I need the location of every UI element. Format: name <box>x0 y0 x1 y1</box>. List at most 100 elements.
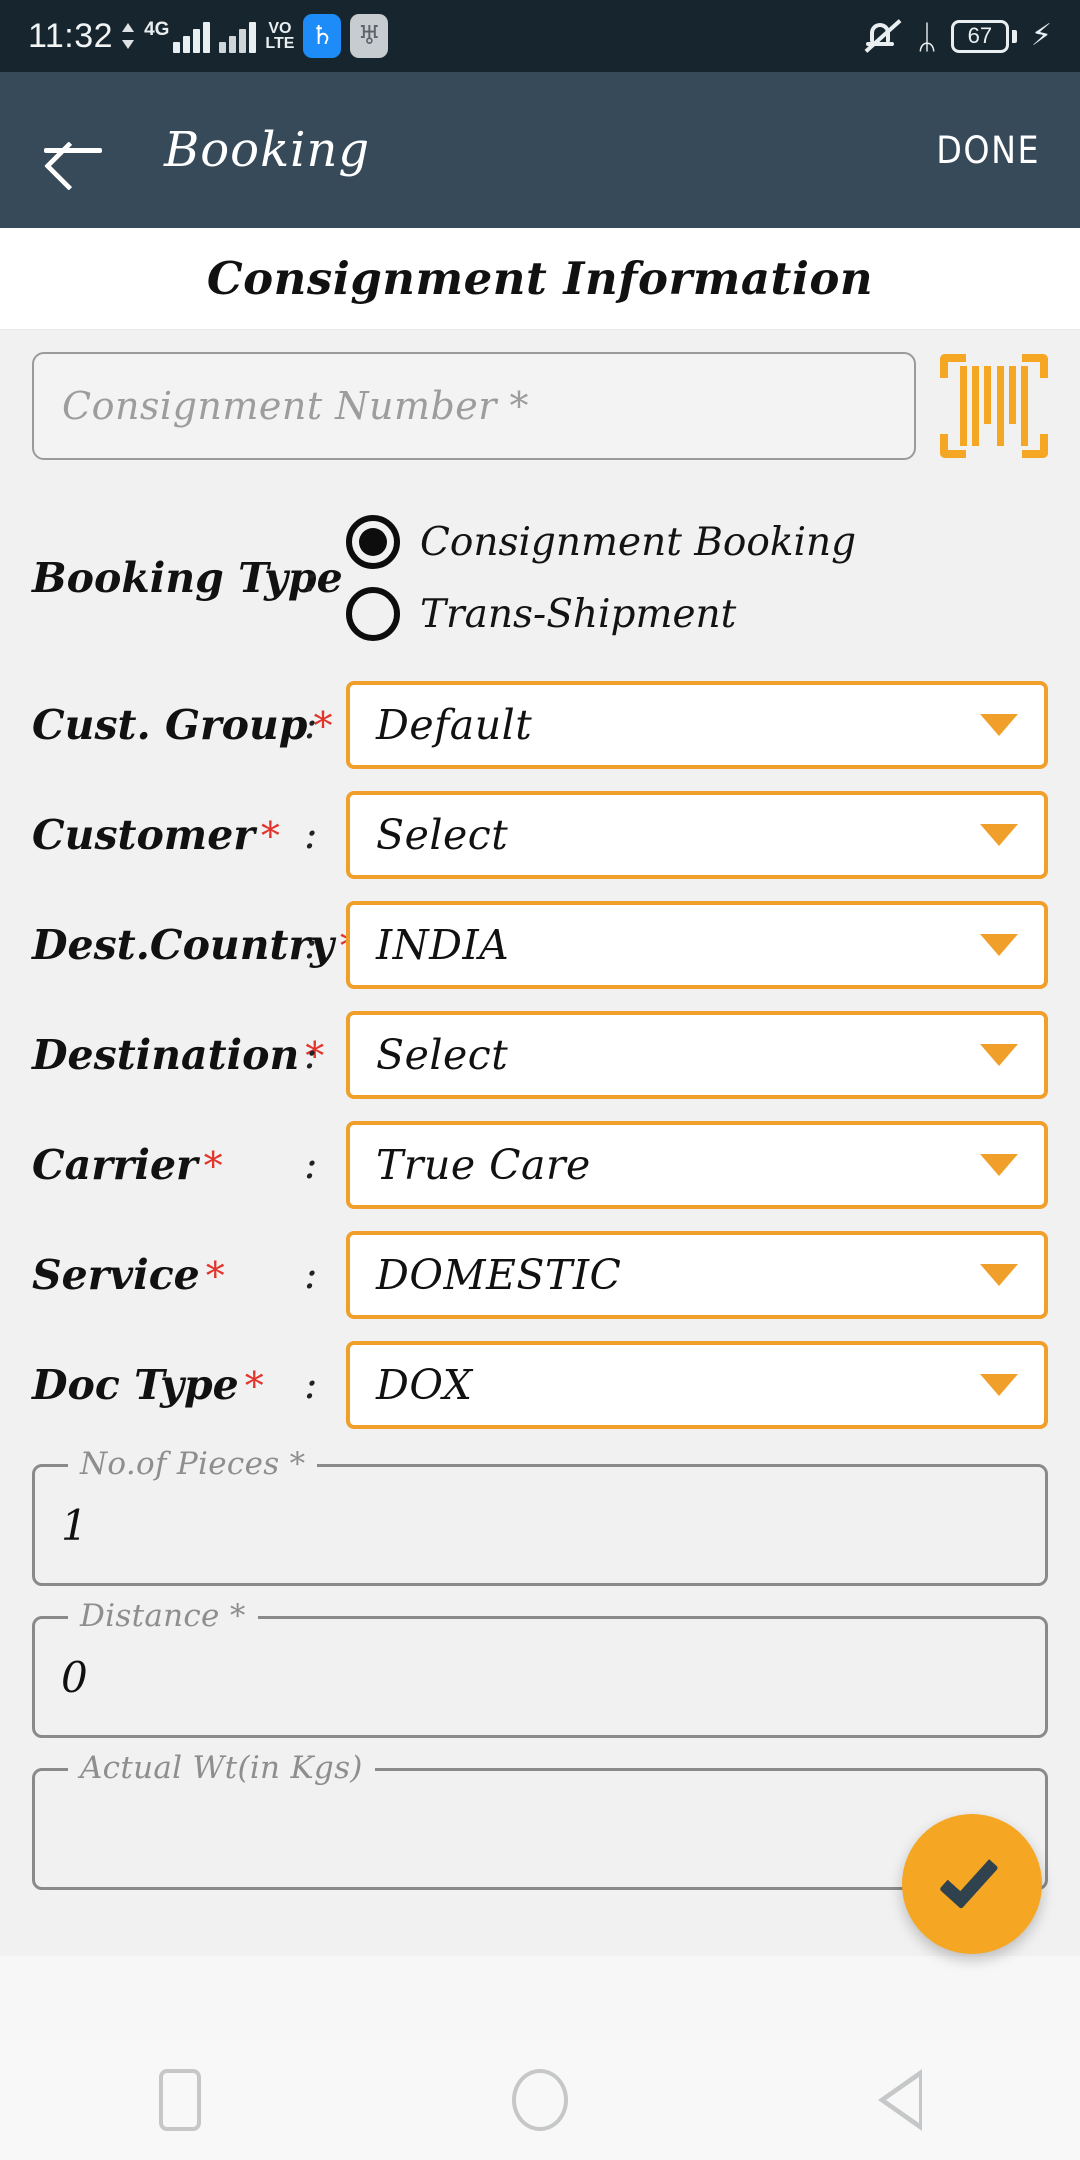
app-bar: Booking DONE <box>0 72 1080 228</box>
chevron-down-icon <box>980 1374 1018 1396</box>
dest-country-label: Dest.Country* <box>32 921 359 969</box>
chevron-down-icon <box>980 1044 1018 1066</box>
back-button[interactable] <box>840 2040 960 2160</box>
service-label: Service * <box>32 1251 304 1299</box>
cust-group-colon: : <box>304 702 318 748</box>
doc-type-dropdown[interactable]: DOX <box>346 1341 1048 1429</box>
cust-group-dropdown[interactable]: Default <box>346 681 1048 769</box>
required-asterisk: * <box>244 1364 264 1408</box>
doc-type-row: Doc Type * : DOX <box>32 1336 1048 1434</box>
service-row: Service * : DOMESTIC <box>32 1226 1048 1324</box>
data-transfer-icon <box>122 21 135 51</box>
doc-type-label-text: Doc Type <box>32 1361 239 1409</box>
customer-dropdown[interactable]: Select <box>346 791 1048 879</box>
back-arrow-icon[interactable] <box>40 117 106 183</box>
dest-country-dropdown[interactable]: INDIA <box>346 901 1048 989</box>
status-bar-right: ᛦ 67 ⚡ <box>863 19 1052 53</box>
charging-bolt-icon: ⚡ <box>1030 18 1052 53</box>
required-asterisk: * <box>205 1254 225 1298</box>
distance-box[interactable]: 0 <box>32 1616 1048 1738</box>
submit-fab-button[interactable] <box>902 1814 1042 1954</box>
carrier-colon: : <box>304 1142 318 1188</box>
carrier-dropdown[interactable]: True Care <box>346 1121 1048 1209</box>
destination-dropdown[interactable]: Select <box>346 1011 1048 1099</box>
volte-line1: VO <box>268 20 292 37</box>
service-value: DOMESTIC <box>376 1251 622 1299</box>
service-dropdown[interactable]: DOMESTIC <box>346 1231 1048 1319</box>
doc-type-colon: : <box>304 1362 318 1408</box>
check-icon <box>938 1847 999 1910</box>
required-asterisk: * <box>260 814 280 858</box>
destination-label: Destination * <box>32 1031 324 1079</box>
android-nav-bar <box>0 2040 1080 2160</box>
destination-row: Destination * : Select <box>32 1006 1048 1104</box>
customer-label-text: Customer <box>32 811 255 859</box>
customer-label: Customer * <box>32 811 304 859</box>
triangle-back-icon <box>878 2069 922 2131</box>
battery-cap <box>1011 29 1017 43</box>
chevron-down-icon <box>980 824 1018 846</box>
radio-trans-shipment[interactable]: Trans-Shipment <box>346 587 856 641</box>
customer-row: Customer * : Select <box>32 786 1048 884</box>
radio-unselected-icon <box>346 587 400 641</box>
service-label-text: Service <box>32 1251 200 1299</box>
chevron-down-icon <box>980 934 1018 956</box>
barcode-scan-icon[interactable] <box>940 354 1048 458</box>
destination-value: Select <box>376 1031 509 1079</box>
usb-icon: ♄ <box>303 14 342 58</box>
content-bottom-strip <box>0 1956 1080 2040</box>
volte-icon: VO LTE <box>265 20 295 52</box>
carrier-label: Carrier * <box>32 1141 304 1189</box>
no-of-pieces-field[interactable]: No.of Pieces * 1 <box>32 1446 1048 1586</box>
booking-type-radio-group: Consignment Booking Trans-Shipment <box>346 515 856 641</box>
required-asterisk: * <box>203 1144 223 1188</box>
page-title: Booking <box>164 122 371 178</box>
radio-consignment-booking[interactable]: Consignment Booking <box>346 515 856 569</box>
service-colon: : <box>304 1252 318 1298</box>
section-title: Consignment Information <box>206 252 874 305</box>
booking-type-row: Booking Type : Consignment Booking Trans… <box>32 492 1048 664</box>
home-button[interactable] <box>480 2040 600 2160</box>
radio-trans-shipment-label: Trans-Shipment <box>420 591 737 637</box>
no-of-pieces-box[interactable]: 1 <box>32 1464 1048 1586</box>
dest-country-value: INDIA <box>376 921 510 969</box>
volte-line2: LTE <box>265 35 295 52</box>
chevron-down-icon <box>980 1154 1018 1176</box>
cust-group-label-text: Cust. Group <box>32 701 308 749</box>
section-header: Consignment Information <box>0 228 1080 330</box>
bluetooth-icon: ᛦ <box>917 16 937 56</box>
booking-type-colon: : <box>304 555 318 601</box>
booking-form: Consignment Number * Booking Type : Cons… <box>0 330 1080 2040</box>
doc-type-label: Doc Type * <box>32 1361 304 1409</box>
network-gen-label: 4G <box>144 19 170 40</box>
recents-button[interactable] <box>120 2040 240 2160</box>
radio-consignment-booking-label: Consignment Booking <box>420 519 857 565</box>
no-of-pieces-value: 1 <box>61 1500 88 1550</box>
status-bar: 11:32 4G VO LTE ♄ ♅ ᛦ 67 ⚡ <box>0 0 1080 72</box>
status-bar-left: 11:32 4G VO LTE ♄ ♅ <box>28 14 389 58</box>
customer-value: Select <box>376 811 509 859</box>
cust-group-row: Cust. Group * : Default <box>32 676 1048 774</box>
cust-group-label: Cust. Group * <box>32 701 332 749</box>
done-button[interactable]: DONE <box>936 129 1040 172</box>
battery-indicator: 67 <box>950 19 1017 53</box>
actual-weight-label: Actual Wt(in Kgs) <box>68 1750 375 1786</box>
dest-country-row: Dest.Country* : INDIA <box>32 896 1048 994</box>
distance-field[interactable]: Distance * 0 <box>32 1598 1048 1738</box>
actual-weight-field[interactable]: Actual Wt(in Kgs) <box>32 1750 1048 1890</box>
dest-country-colon: : <box>304 922 318 968</box>
carrier-row: Carrier * : True Care <box>32 1116 1048 1214</box>
radio-selected-icon <box>346 515 400 569</box>
dest-country-label-text: Dest.Country <box>32 921 334 969</box>
consignment-number-row: Consignment Number * <box>32 352 1048 460</box>
phone-screen: 11:32 4G VO LTE ♄ ♅ ᛦ 67 ⚡ Booking DONE … <box>0 0 1080 2160</box>
circle-home-icon <box>512 2069 568 2131</box>
battery-percent: 67 <box>950 19 1009 53</box>
destination-label-text: Destination <box>32 1031 300 1079</box>
cust-group-value: Default <box>376 701 533 749</box>
destination-colon: : <box>304 1032 318 1078</box>
consignment-number-input[interactable]: Consignment Number * <box>32 352 916 460</box>
actual-weight-box[interactable] <box>32 1768 1048 1890</box>
carrier-value: True Care <box>376 1141 591 1189</box>
consignment-number-placeholder: Consignment Number * <box>62 384 530 428</box>
